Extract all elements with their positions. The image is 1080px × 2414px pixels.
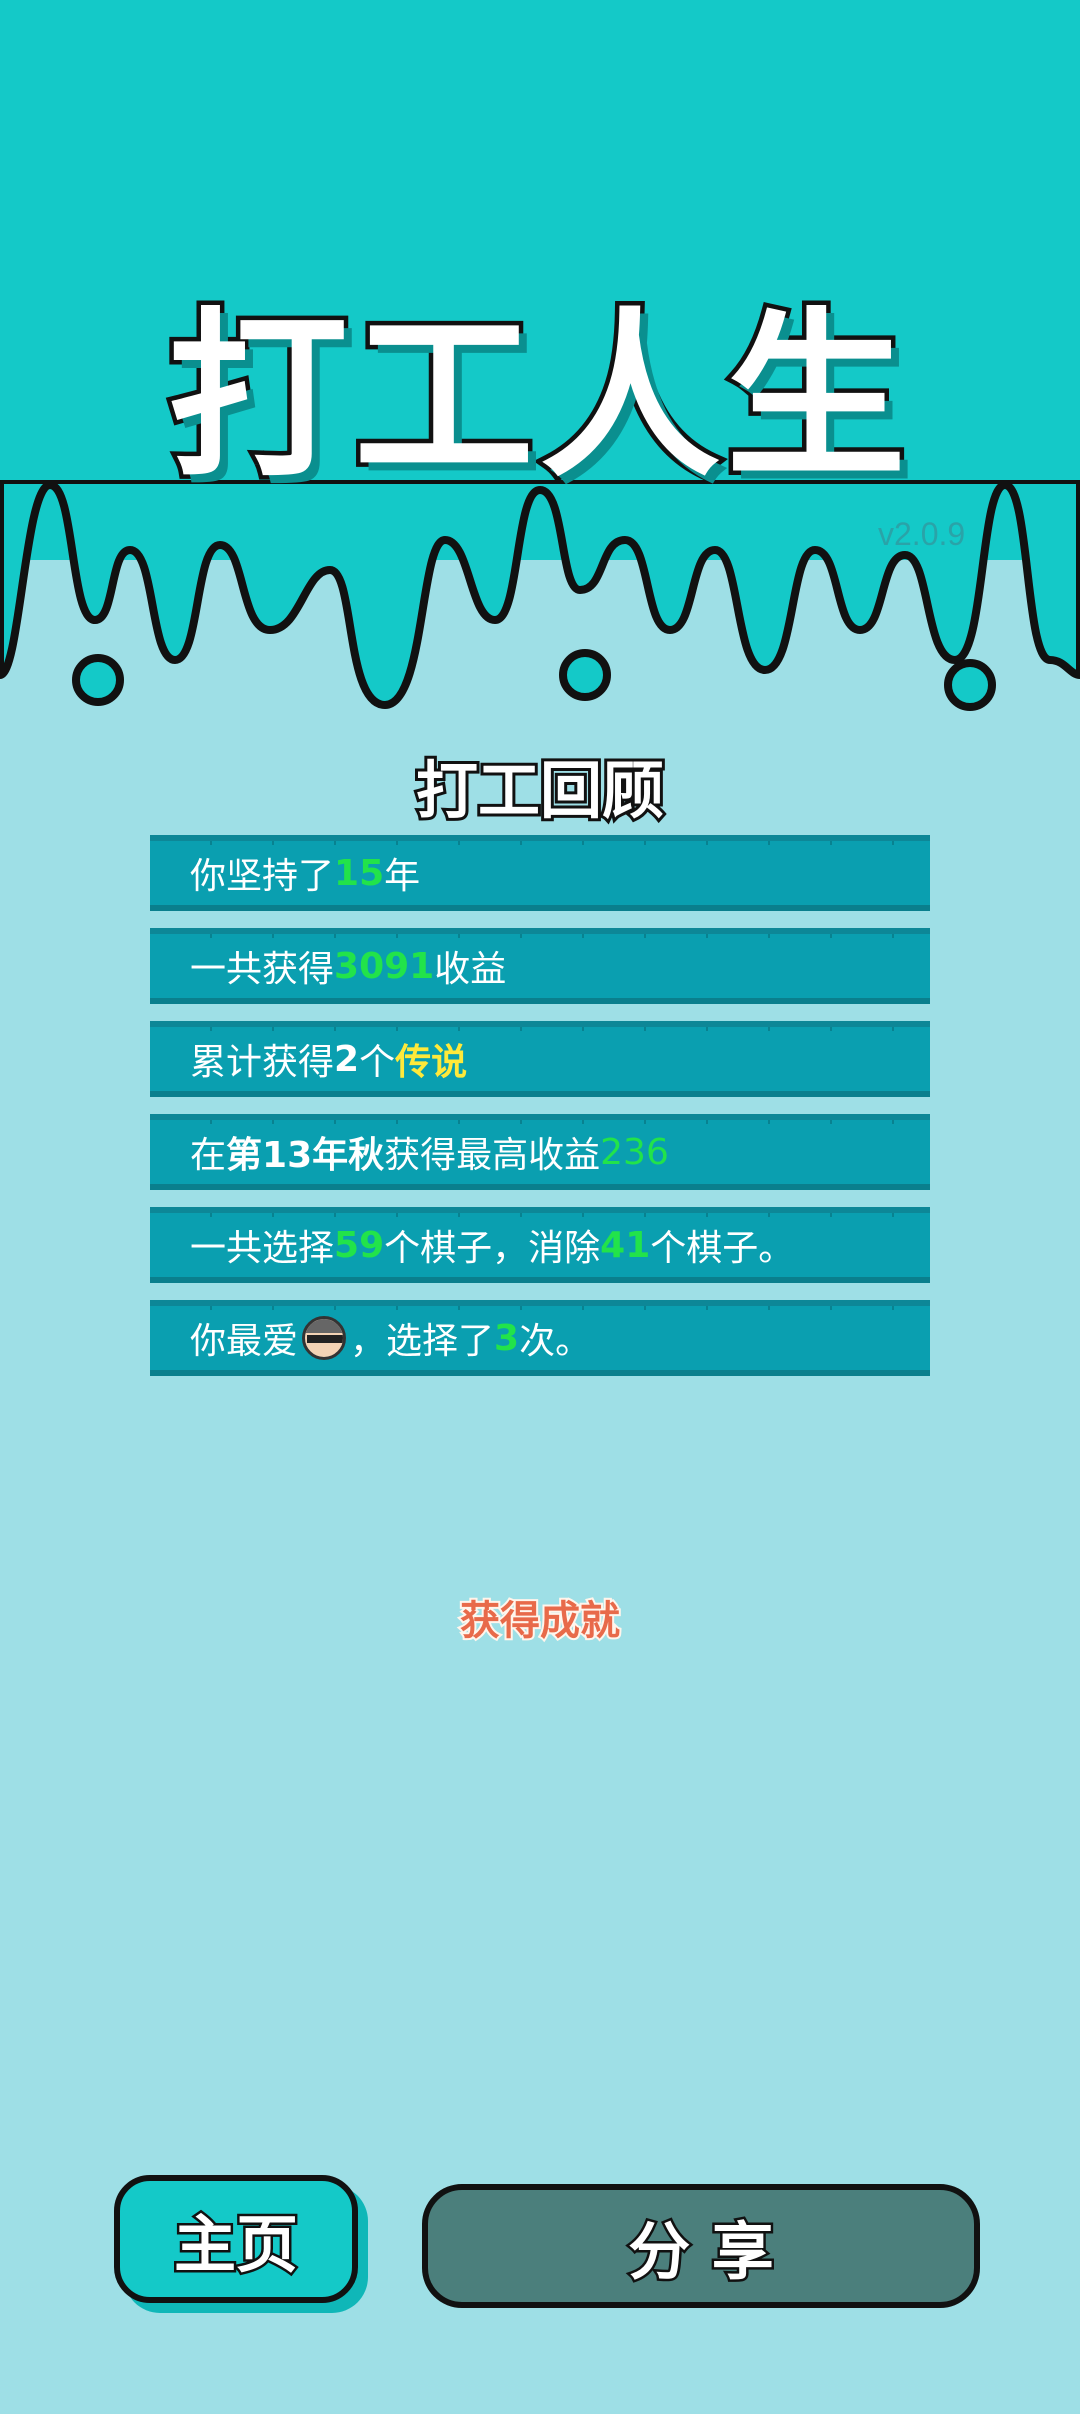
review-title: 打工回顾	[413, 751, 667, 830]
version-label: v2.0.9	[878, 516, 966, 552]
row-text: 次。	[519, 1321, 592, 1362]
review-row-legend: 累计获得 2 个传说	[150, 1021, 930, 1097]
legend-highlight: 传说	[395, 1042, 468, 1083]
review-row-pieces: 一共选择 59 个棋子，消除 41 个棋子。	[150, 1207, 930, 1283]
row-text: 一共选择	[190, 1228, 335, 1269]
review-row-income: 一共获得 3091 收益	[150, 928, 930, 1004]
review-row-best-income: 在 第13年秋 获得最高收益 236	[150, 1114, 930, 1190]
review-row-favorite: 你最爱 ，选择了 3 次。	[150, 1300, 930, 1376]
row-text: 年	[384, 856, 421, 897]
row-text: 收益	[434, 949, 507, 990]
home-button[interactable]: 主页	[114, 2175, 358, 2303]
row-number: 3091	[334, 945, 435, 987]
achievements-label: 获得成就	[458, 1596, 622, 1646]
row-number: 41	[600, 1224, 651, 1266]
row-number: 2	[334, 1038, 360, 1080]
row-text: 个棋子。	[650, 1228, 795, 1269]
app-title: 打工人生	[163, 289, 912, 507]
row-text: 个	[359, 1042, 396, 1083]
row-number: 236	[600, 1131, 669, 1173]
row-text: 一共获得	[190, 949, 335, 990]
row-text: 在	[190, 1135, 227, 1176]
row-text: 个棋子，消除	[384, 1228, 601, 1269]
thief-icon	[302, 1316, 347, 1360]
row-number: 59	[334, 1224, 385, 1266]
season-label: 第13年秋	[226, 1135, 385, 1176]
share-button[interactable]: 分 享	[422, 2184, 980, 2308]
row-number: 3	[494, 1317, 520, 1359]
review-row-years: 你坚持了 15 年	[150, 835, 930, 911]
row-number: 15	[334, 852, 385, 894]
row-text: 累计获得	[190, 1042, 335, 1083]
row-text: 获得最高收益	[384, 1135, 601, 1176]
row-text: 你最爱	[190, 1321, 299, 1362]
row-text: 你坚持了	[190, 856, 335, 897]
row-text: ，选择了	[350, 1321, 495, 1362]
